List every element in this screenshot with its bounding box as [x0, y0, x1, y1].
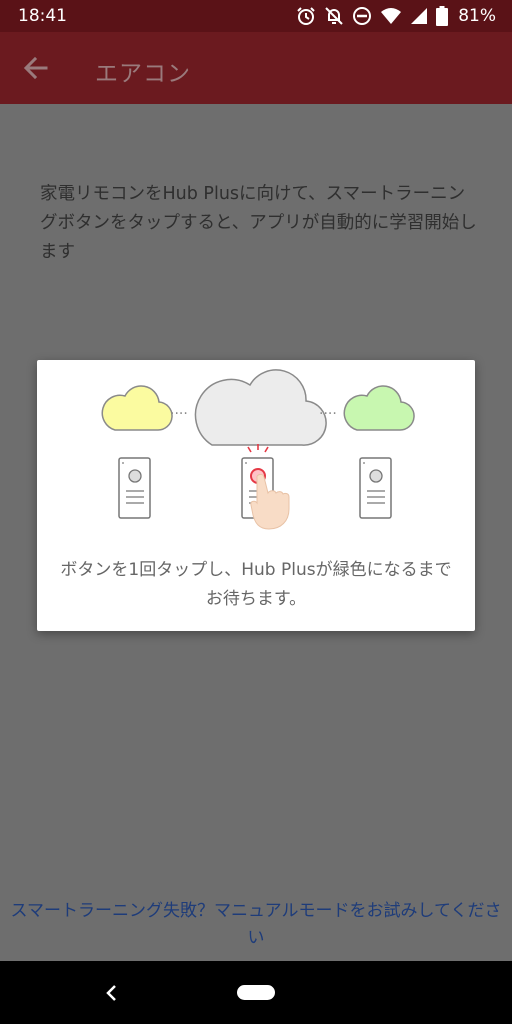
svg-text:····: ···· [319, 406, 337, 422]
status-bar: 18:41 81% [0, 0, 512, 32]
app-bar: エアコン [0, 32, 512, 104]
yellow-cloud-icon [101, 385, 173, 431]
battery-icon [436, 6, 449, 26]
system-nav-bar [0, 961, 512, 1024]
dialog-caption: ボタンを1回タップし、Hub Plusが緑色になるまでお待ちます。 [60, 560, 452, 609]
learning-dialog: ···· ···· ボタンを1回タップし、Hub Plusが緑色になるまでお待ち… [37, 360, 475, 631]
signal-icon [410, 7, 428, 25]
hub-device-right-icon [359, 457, 392, 519]
learning-illustration: ···· ···· [101, 369, 415, 530]
arrow-left-icon [23, 56, 48, 80]
home-pill-button[interactable] [237, 985, 275, 1000]
page-title: エアコン [95, 61, 191, 87]
instruction-text: 家電リモコンをHub Plusに向けて、スマートラーニングボタンをタップすると、… [40, 184, 477, 262]
manual-mode-link[interactable]: スマートラーニング失敗？マニュアルモードをお試みしてください [10, 898, 502, 952]
status-icons: 81% [296, 4, 496, 28]
bell-off-icon [324, 6, 344, 26]
green-cloud-icon [343, 385, 415, 431]
hub-device-left-icon [118, 457, 151, 519]
status-time: 18:41 [18, 6, 67, 26]
svg-text:····: ···· [170, 406, 188, 422]
wifi-icon [380, 7, 402, 25]
alarm-icon [296, 6, 316, 26]
nav-back-icon[interactable] [102, 982, 122, 1004]
dnd-icon [352, 6, 372, 26]
gray-cloud-icon [194, 369, 327, 446]
back-button[interactable] [22, 54, 50, 82]
battery-percent: 81% [458, 6, 496, 26]
